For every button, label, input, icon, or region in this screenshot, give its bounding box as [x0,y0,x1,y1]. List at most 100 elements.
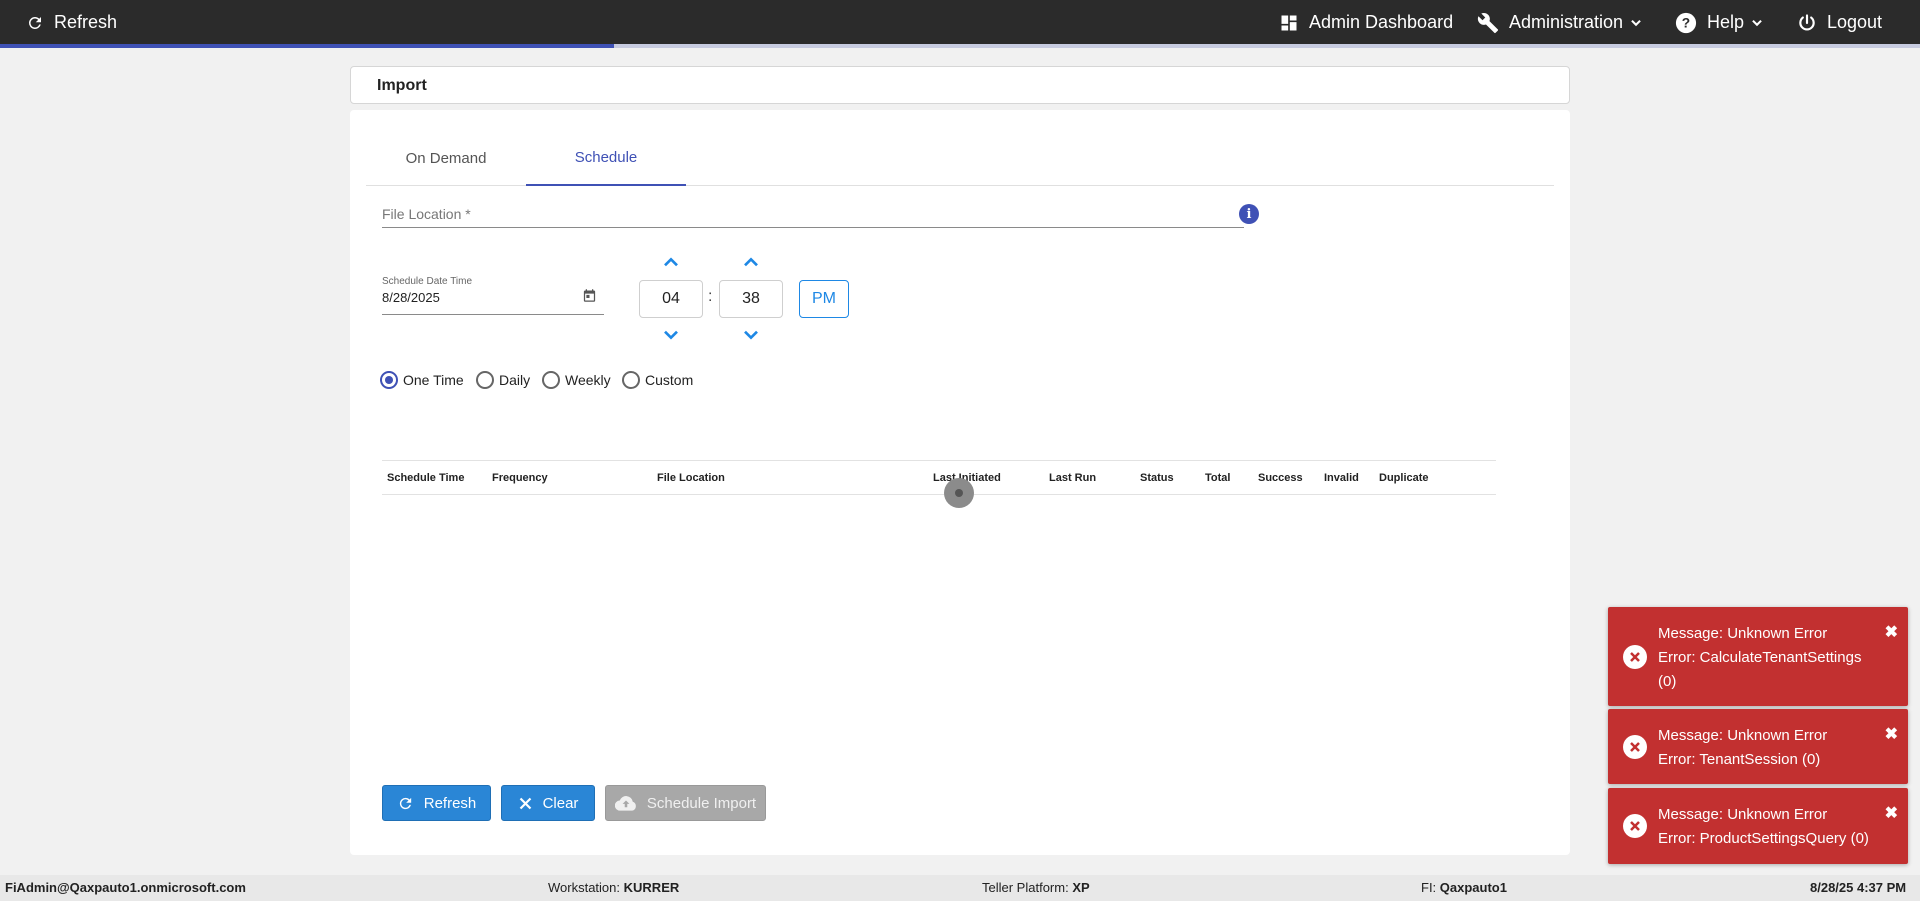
toast-message: Message: Unknown Error Error: ProductSet… [1658,803,1878,851]
logout-button[interactable]: Logout [1797,0,1882,45]
schedule-date-input[interactable]: 8/28/2025 [382,290,440,305]
toast-close-button[interactable]: ✖ [1885,724,1898,744]
chevron-up-icon [664,257,678,267]
schedule-import-label: Schedule Import [646,794,757,812]
toast-line: Message: Unknown Error [1658,806,1828,823]
minute-input[interactable]: 38 [719,280,783,318]
page-header-card: Import [350,66,1570,104]
status-teller-platform: Teller Platform: XP [982,880,1090,895]
hour-up-button[interactable] [659,254,683,270]
status-workstation: Workstation: KURRER [548,880,679,895]
column-header[interactable]: File Location [657,472,725,484]
clear-button[interactable]: Clear [501,785,595,821]
error-toast: Message: Unknown Error Error: CalculateT… [1608,607,1908,706]
chevron-down-icon [744,330,758,340]
file-location-input[interactable] [382,227,1244,228]
import-tabs: On Demand Schedule [366,130,1554,186]
hour-input[interactable]: 04 [639,280,703,318]
dashboard-icon [1281,15,1297,30]
wrench-icon [1477,12,1499,33]
error-toast: Message: Unknown Error Error: TenantSess… [1608,709,1908,784]
radio-label: Custom [645,372,694,388]
cloud-upload-icon [614,796,636,811]
error-icon [1623,645,1647,669]
tab-on-demand[interactable]: On Demand [366,130,526,186]
chevron-down-icon [1752,19,1762,26]
radio-weekly[interactable]: Weekly [542,370,611,390]
radio-custom[interactable]: Custom [622,370,693,390]
fi-value: Qaxpauto1 [1439,880,1507,895]
toast-line: Error: ProductSettingsQuery (0) [1658,830,1869,847]
column-header[interactable]: Schedule Time [387,472,464,484]
minute-down-button[interactable] [739,327,763,343]
workstation-value: KURRER [623,880,680,895]
radio-circle [476,371,494,389]
schedule-import-button[interactable]: Schedule Import [605,785,766,821]
radio-one-time[interactable]: One Time [380,370,464,390]
minute-up-button[interactable] [739,254,763,270]
toast-line: Message: Unknown Error [1658,625,1828,642]
schedule-date-underline [382,314,604,315]
refresh-nav-label: Refresh [54,12,118,32]
close-icon [519,797,531,809]
toast-message: Message: Unknown Error Error: CalculateT… [1658,622,1878,694]
calendar-icon[interactable] [582,288,597,308]
chevron-up-icon [744,257,758,267]
refresh-button[interactable]: Refresh [382,785,491,821]
admin-dashboard-link[interactable]: Admin Dashboard [1279,0,1453,45]
tab-schedule[interactable]: Schedule [526,130,686,186]
loading-spinner [944,478,974,508]
svg-text:?: ? [1682,15,1690,30]
status-user: FiAdmin@Qaxpauto1.onmicrosoft.com [5,880,246,895]
column-header[interactable]: Invalid [1324,472,1359,484]
status-datetime: 8/28/25 4:37 PM [1810,880,1907,895]
logout-label: Logout [1827,12,1883,32]
radio-circle [380,371,398,389]
time-separator: : [708,288,713,305]
administration-menu[interactable]: Administration [1477,0,1643,45]
refresh-icon [28,16,41,29]
radio-daily[interactable]: Daily [476,370,530,390]
column-header[interactable]: Total [1205,472,1230,484]
top-nav-bar: Refresh Admin Dashboard Administration ?… [0,0,1920,45]
status-fi: FI: Qaxpauto1 [1421,880,1507,895]
info-icon[interactable]: i [1239,204,1259,224]
workstation-label: Workstation: [548,880,621,895]
admin-dashboard-label: Admin Dashboard [1309,12,1454,32]
toast-close-button[interactable]: ✖ [1885,803,1898,823]
error-icon [1623,814,1647,838]
teller-platform-value: XP [1072,880,1090,895]
teller-platform-label: Teller Platform: [982,880,1069,895]
chevron-down-icon [1631,19,1641,26]
radio-circle [542,371,560,389]
error-toast: Message: Unknown Error Error: ProductSet… [1608,788,1908,864]
hour-down-button[interactable] [659,327,683,343]
help-menu[interactable]: ? Help [1675,0,1764,45]
column-header[interactable]: Last Run [1049,472,1096,484]
schedule-table-header: Schedule Time Frequency File Location La… [382,460,1496,495]
help-icon: ? [1675,12,1697,33]
toast-line: Error: TenantSession (0) [1658,751,1821,768]
page-title: Import [377,77,427,94]
chevron-down-icon [664,330,678,340]
status-bar: FiAdmin@Qaxpauto1.onmicrosoft.com Workst… [0,875,1920,901]
radio-label: Weekly [565,372,611,388]
refresh-nav-button[interactable]: Refresh [26,0,117,45]
radio-label: One Time [403,372,464,388]
toast-line: Message: Unknown Error [1658,727,1828,744]
administration-label: Administration [1509,12,1624,32]
loading-progress-fill [0,44,615,48]
loading-progress-bar [0,44,1920,48]
column-header[interactable]: Frequency [492,472,548,484]
clear-button-label: Clear [542,794,579,812]
help-label: Help [1707,12,1745,32]
column-header[interactable]: Duplicate [1379,472,1429,484]
schedule-datetime-label: Schedule Date Time [382,276,473,287]
radio-label: Daily [499,372,531,388]
error-icon [1623,735,1647,759]
refresh-icon [399,797,411,809]
column-header[interactable]: Success [1258,472,1303,484]
meridian-toggle-button[interactable]: PM [799,280,849,318]
toast-close-button[interactable]: ✖ [1885,622,1898,642]
column-header[interactable]: Status [1140,472,1174,484]
